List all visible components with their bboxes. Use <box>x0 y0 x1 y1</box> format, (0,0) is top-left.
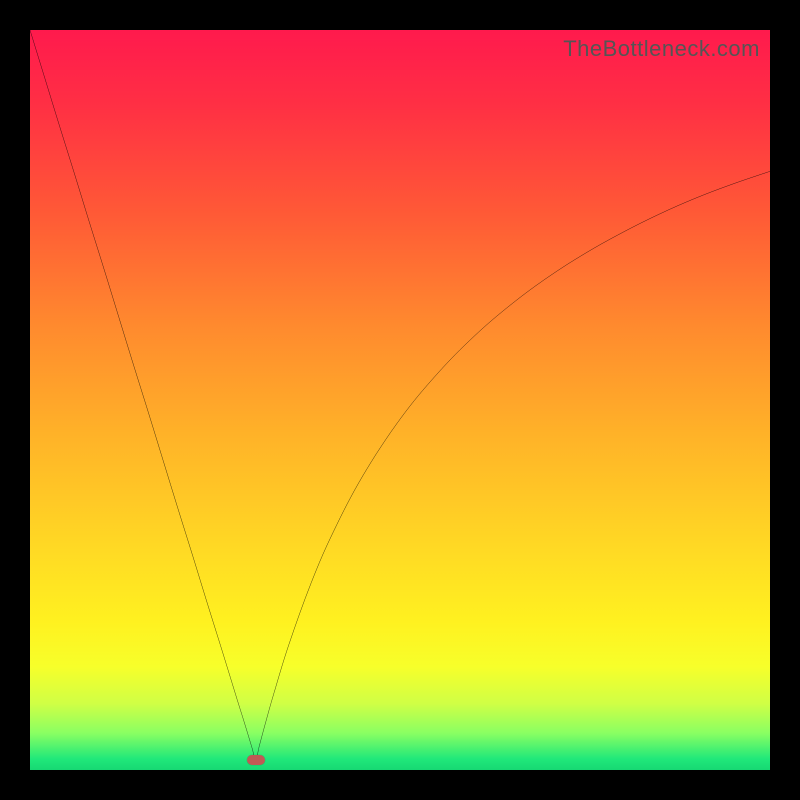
minimum-marker <box>247 755 265 765</box>
chart-frame: TheBottleneck.com <box>0 0 800 800</box>
plot-area: TheBottleneck.com <box>30 30 770 770</box>
bottleneck-curve <box>30 30 770 770</box>
